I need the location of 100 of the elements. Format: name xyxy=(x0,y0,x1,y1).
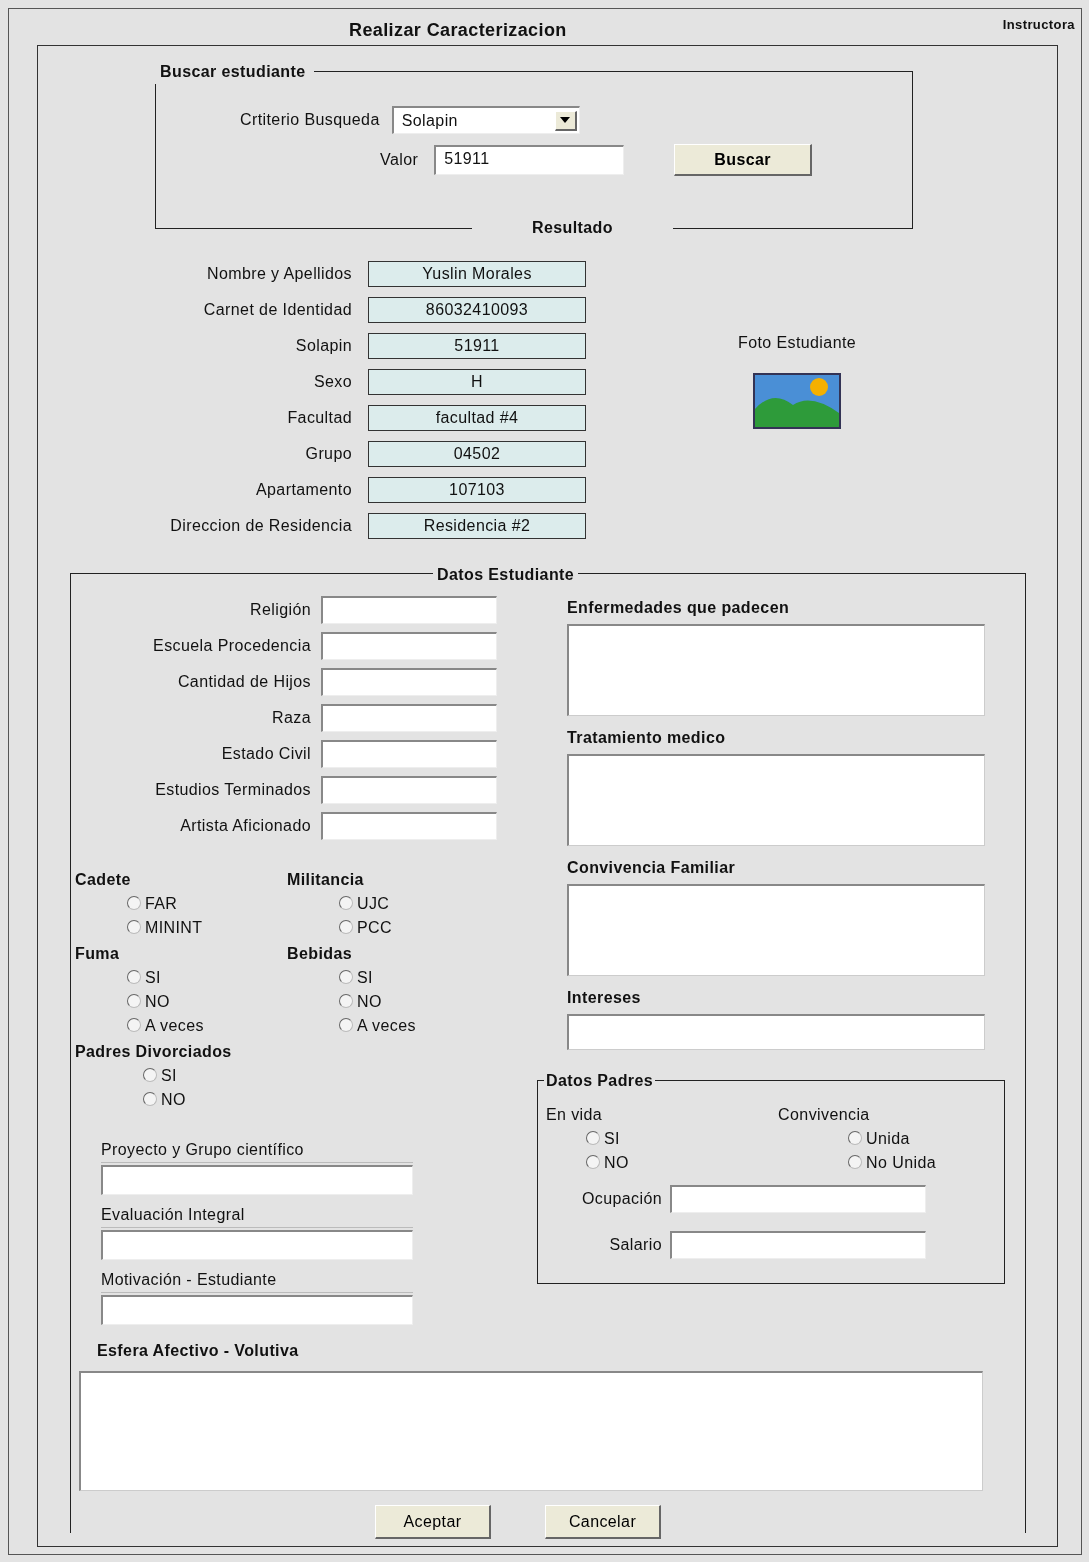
text-area[interactable] xyxy=(567,754,985,846)
field-label: Ocupación xyxy=(580,1189,662,1209)
text-input[interactable] xyxy=(101,1165,413,1195)
readonly-field: facultad #4 xyxy=(368,405,586,431)
field-label: Enfermedades que padecen xyxy=(567,598,791,618)
radio-option[interactable]: NO xyxy=(75,1088,487,1112)
field-label: Intereses xyxy=(567,988,642,1008)
readonly-field: 107103 xyxy=(368,477,586,503)
value-input[interactable]: 51911 xyxy=(434,145,625,175)
text-input[interactable] xyxy=(321,632,497,660)
readonly-field: Residencia #2 xyxy=(368,513,586,539)
text-input[interactable] xyxy=(101,1295,413,1325)
text-area[interactable] xyxy=(567,624,985,716)
radio-button[interactable] xyxy=(586,1155,600,1169)
text-input[interactable] xyxy=(321,740,497,768)
radio-button[interactable] xyxy=(848,1131,863,1145)
field-label: Facultad xyxy=(286,408,352,428)
group-heading: Militancia xyxy=(287,870,365,890)
radio-button[interactable] xyxy=(339,970,353,984)
field-label: Escuela Procedencia xyxy=(152,636,311,656)
radio-button[interactable] xyxy=(127,896,141,910)
criterion-dropdown[interactable]: Solapin xyxy=(391,106,580,134)
radio-option[interactable]: SI xyxy=(75,1064,487,1088)
radio-option[interactable]: NO xyxy=(75,990,287,1014)
text-input[interactable] xyxy=(321,704,497,732)
field-label: Apartamento xyxy=(255,480,352,500)
field-label: Direccion de Residencia xyxy=(169,516,352,536)
field-label: Tratamiento medico xyxy=(567,728,727,748)
radio-option[interactable]: NO xyxy=(287,990,487,1014)
field-label: Carnet de Identidad xyxy=(202,300,352,320)
radio-option[interactable]: A veces xyxy=(75,1014,287,1038)
radio-option[interactable]: UJC xyxy=(287,892,487,916)
radio-option[interactable]: MININT xyxy=(75,916,287,940)
text-input[interactable] xyxy=(321,668,497,696)
search-button[interactable]: Buscar xyxy=(674,144,813,176)
text-input[interactable] xyxy=(670,1185,926,1213)
radio-button[interactable] xyxy=(586,1131,600,1145)
field-label: Raza xyxy=(271,708,311,728)
field-label: Convivencia Familiar xyxy=(567,858,737,878)
radio-button[interactable] xyxy=(127,920,141,934)
dialog-button[interactable]: Cancelar xyxy=(545,1505,661,1539)
radio-option[interactable]: A veces xyxy=(287,1014,487,1038)
field-label: Cantidad de Hijos xyxy=(176,672,311,692)
field-label: Motivación - Estudiante xyxy=(101,1268,413,1293)
radio-button[interactable] xyxy=(143,1092,157,1106)
readonly-field: 04502 xyxy=(368,441,586,467)
radio-button[interactable] xyxy=(339,994,353,1008)
radio-button[interactable] xyxy=(848,1155,863,1169)
radio-button[interactable] xyxy=(143,1068,157,1082)
readonly-field: Yuslin Morales xyxy=(368,261,586,287)
group-heading: Fuma xyxy=(75,944,121,964)
text-input[interactable] xyxy=(321,776,497,804)
field-label: Salario xyxy=(608,1235,662,1255)
group-heading: Bebidas xyxy=(287,944,354,964)
field-label: Religión xyxy=(249,600,311,620)
field-label: Nombre y Apellidos xyxy=(205,264,352,284)
caret-icon xyxy=(554,110,577,131)
radio-option[interactable]: PCC xyxy=(287,916,487,940)
radio-button[interactable] xyxy=(127,1018,141,1032)
field-label: Estado Civil xyxy=(220,744,311,764)
text-area[interactable] xyxy=(567,1014,985,1050)
radio-option[interactable]: No Unida xyxy=(778,1151,936,1175)
field-label: Evaluación Integral xyxy=(101,1203,413,1228)
text-area[interactable] xyxy=(567,884,985,976)
radio-option[interactable]: SI xyxy=(287,966,487,990)
radio-option[interactable]: FAR xyxy=(75,892,287,916)
field-label: Grupo xyxy=(304,444,352,464)
radio-option[interactable]: SI xyxy=(546,1127,629,1151)
photo-label: Foto Estudiante xyxy=(738,333,857,353)
dialog-button[interactable]: Aceptar xyxy=(375,1505,491,1539)
radio-option[interactable]: SI xyxy=(75,966,287,990)
field-label: Valor xyxy=(380,150,419,170)
text-input[interactable] xyxy=(670,1231,926,1259)
text-input[interactable] xyxy=(321,596,497,624)
group-heading: En vida xyxy=(546,1105,604,1125)
readonly-field: 86032410093 xyxy=(368,297,586,323)
field-label: Estudios Terminados xyxy=(154,780,311,800)
radio-button[interactable] xyxy=(127,994,141,1008)
text-input[interactable] xyxy=(101,1230,413,1260)
radio-button[interactable] xyxy=(339,920,353,934)
radio-button[interactable] xyxy=(127,970,141,984)
field-label: Sexo xyxy=(312,372,352,392)
radio-button[interactable] xyxy=(339,896,353,910)
field-label: Artista Aficionado xyxy=(179,816,311,836)
readonly-field: H xyxy=(368,369,586,395)
field-label: Solapin xyxy=(294,336,352,356)
radio-option[interactable]: Unida xyxy=(778,1127,936,1151)
readonly-field: 51911 xyxy=(368,333,586,359)
window-title: Realizar Caracterizacion xyxy=(349,19,567,42)
group-heading: Cadete xyxy=(75,870,132,890)
field-label: Proyecto y Grupo científico xyxy=(101,1138,413,1163)
text-input[interactable] xyxy=(321,812,497,840)
radio-option[interactable]: NO xyxy=(546,1151,629,1175)
radio-button[interactable] xyxy=(339,1018,353,1032)
user-role: Instructora xyxy=(1002,16,1075,34)
field-label: Crtiterio Busqueda xyxy=(240,110,380,130)
image-placeholder-icon xyxy=(753,373,842,429)
group-heading: Convivencia xyxy=(778,1105,871,1125)
field-label: Esfera Afectivo - Volutiva xyxy=(97,1341,300,1361)
group-heading: Padres Divorciados xyxy=(75,1042,233,1062)
